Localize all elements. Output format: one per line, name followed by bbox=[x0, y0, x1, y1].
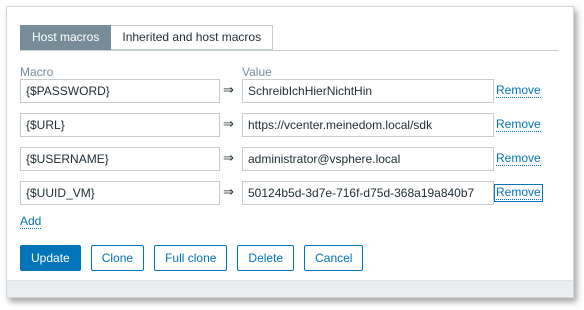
macro-value-input[interactable]: SchreibIchHierNichtHin bbox=[242, 79, 494, 103]
macro-name-input[interactable]: {$USERNAME} bbox=[20, 147, 220, 171]
macro-value-input[interactable]: administrator@vsphere.local bbox=[242, 147, 494, 171]
arrow-icon: ⇒ bbox=[223, 116, 234, 131]
tab-bar: Host macros Inherited and host macros bbox=[20, 25, 274, 50]
add-macro-link[interactable]: Add bbox=[20, 215, 42, 229]
clone-button[interactable]: Clone bbox=[90, 245, 145, 271]
delete-button[interactable]: Delete bbox=[237, 245, 295, 271]
arrow-icon: ⇒ bbox=[223, 82, 234, 97]
macro-name-input[interactable]: {$PASSWORD} bbox=[20, 79, 220, 103]
remove-link[interactable]: Remove bbox=[496, 118, 541, 132]
remove-link[interactable]: Remove bbox=[494, 184, 543, 202]
tab-host-macros[interactable]: Host macros bbox=[20, 25, 112, 50]
remove-link[interactable]: Remove bbox=[496, 152, 541, 166]
macro-row: {$UUID_VM} ⇒ 50124b5d-3d7e-716f-d75d-368… bbox=[20, 181, 560, 205]
macro-row: {$URL} ⇒ https://vcenter.meinedom.local/… bbox=[20, 113, 560, 137]
panel-footer bbox=[7, 280, 573, 297]
arrow-icon: ⇒ bbox=[223, 150, 234, 165]
host-macros-panel: Host macros Inherited and host macros Ma… bbox=[6, 6, 574, 298]
macro-name-input[interactable]: {$URL} bbox=[20, 113, 220, 137]
remove-link[interactable]: Remove bbox=[496, 84, 541, 98]
update-button[interactable]: Update bbox=[20, 245, 81, 271]
macro-column-header: Macro bbox=[20, 65, 54, 79]
macro-row: {$USERNAME} ⇒ administrator@vsphere.loca… bbox=[20, 147, 560, 171]
macro-row: {$PASSWORD} ⇒ SchreibIchHierNichtHin Rem… bbox=[20, 79, 560, 103]
tab-inherited-and-host-macros[interactable]: Inherited and host macros bbox=[111, 25, 274, 50]
value-column-header: Value bbox=[242, 65, 272, 79]
tab-divider bbox=[20, 50, 559, 51]
cancel-button[interactable]: Cancel bbox=[304, 245, 364, 271]
macro-name-input[interactable]: {$UUID_VM} bbox=[20, 181, 220, 205]
full-clone-button[interactable]: Full clone bbox=[154, 245, 228, 271]
macro-value-input[interactable]: 50124b5d-3d7e-716f-d75d-368a19a840b7 bbox=[242, 181, 494, 205]
form-buttons: Update Clone Full clone Delete Cancel bbox=[20, 245, 364, 271]
arrow-icon: ⇒ bbox=[223, 184, 234, 199]
macro-value-input[interactable]: https://vcenter.meinedom.local/sdk bbox=[242, 113, 494, 137]
